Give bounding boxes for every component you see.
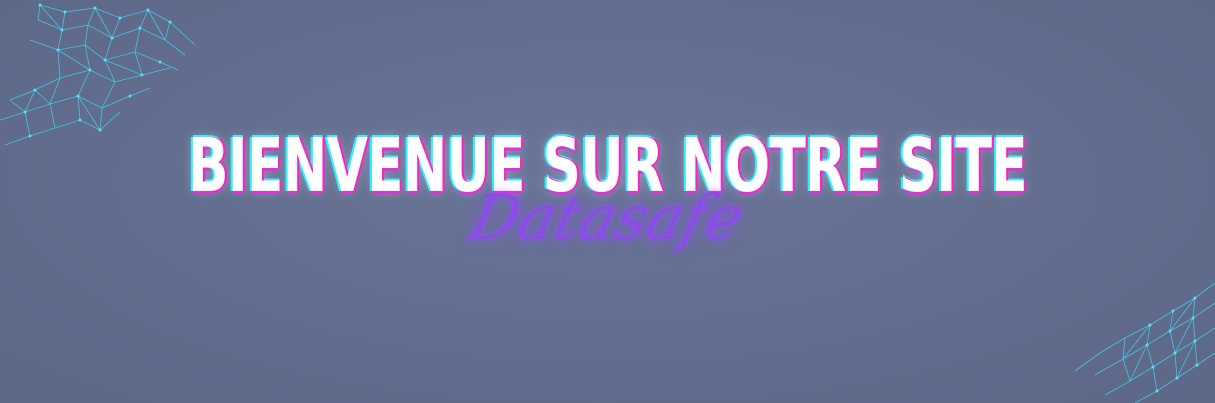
brand-logo-text: Datasafe — [463, 181, 753, 254]
network-mesh-icon — [1065, 283, 1215, 403]
welcome-banner: BIENVENUE SUR NOTRE SITE Datasafe — [0, 0, 1215, 403]
